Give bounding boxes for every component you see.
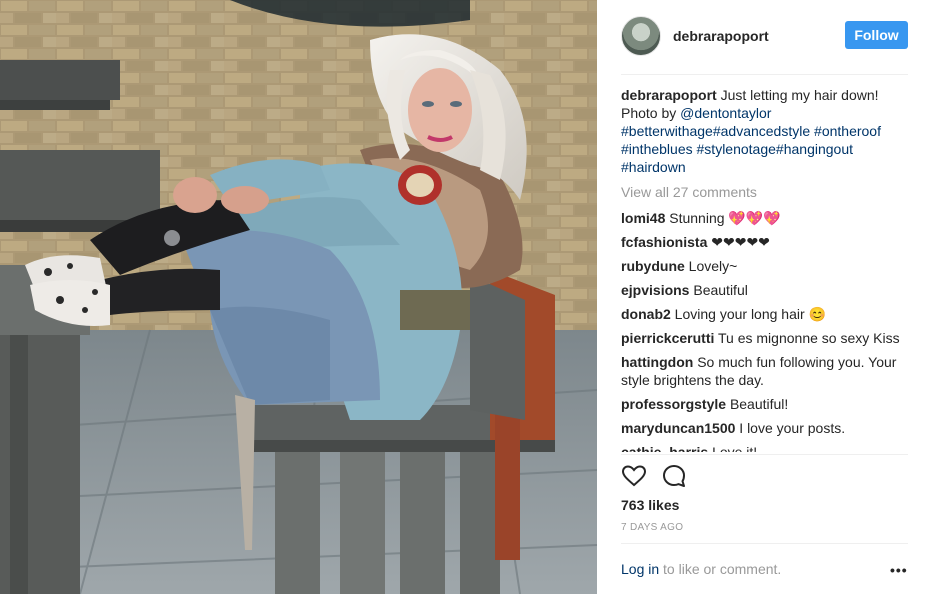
comment-username[interactable]: cathie_harris xyxy=(621,444,708,452)
hashtag[interactable]: #hangingout xyxy=(776,141,853,157)
comment-username[interactable]: donab2 xyxy=(621,306,671,322)
login-link[interactable]: Log in xyxy=(621,561,659,577)
more-options-icon[interactable]: ••• xyxy=(890,562,908,578)
login-prompt: Log in to like or comment. xyxy=(621,561,781,577)
hashtag[interactable]: #stylenotage xyxy=(697,141,776,157)
comment-item: lomi48 Stunning 💖💖💖 xyxy=(621,209,911,227)
heart-icon[interactable] xyxy=(621,463,647,489)
hashtag[interactable]: #intheblues xyxy=(621,141,693,157)
caption-mention[interactable]: @dentontaylor xyxy=(680,105,771,121)
hashtag[interactable]: #advancedstyle xyxy=(713,123,810,139)
view-all-comments-link[interactable]: View all 27 comments xyxy=(621,183,911,201)
comment-item: maryduncan1500 I love your posts. xyxy=(621,419,911,437)
comment-text: Beautiful! xyxy=(729,396,789,412)
comment-item: pierrickcerutti Tu es mignonne so sexy K… xyxy=(621,329,911,347)
post-side-panel: debrarapoport Follow debrarapoport Just … xyxy=(597,0,930,594)
post-timestamp: 7 DAYS AGO xyxy=(621,522,684,533)
hashtag[interactable]: #ontheroof xyxy=(814,123,881,139)
comments-list[interactable]: debrarapoport Just letting my hair down!… xyxy=(621,86,911,452)
comment-username[interactable]: hattingdon xyxy=(621,354,693,370)
footer-divider xyxy=(621,543,908,544)
comment-text: Lovely~ xyxy=(688,258,738,274)
follow-button[interactable]: Follow xyxy=(845,21,908,49)
caption-username[interactable]: debrarapoport xyxy=(621,87,717,103)
comment-item: ejpvisions Beautiful xyxy=(621,281,911,299)
login-prompt-text: to like or comment. xyxy=(659,561,782,577)
comments-divider xyxy=(621,454,908,455)
caption: debrarapoport Just letting my hair down!… xyxy=(621,86,911,176)
header-divider xyxy=(621,74,908,75)
comment-text: Beautiful xyxy=(693,282,748,298)
post-photo[interactable] xyxy=(0,0,597,594)
comment-text: Loving your long hair 😊 xyxy=(674,306,826,322)
comment-text: Love it! xyxy=(712,444,758,452)
comment-item: professorgstyle Beautiful! xyxy=(621,395,911,413)
comment-username[interactable]: lomi48 xyxy=(621,210,665,226)
avatar[interactable] xyxy=(621,16,661,56)
comment-text: ❤❤❤❤❤ xyxy=(711,234,770,250)
hashtag[interactable]: #hairdown xyxy=(621,159,686,175)
likes-count[interactable]: 763 likes xyxy=(621,497,679,513)
comment-bubble-icon[interactable] xyxy=(661,463,687,489)
comment-username[interactable]: rubydune xyxy=(621,258,685,274)
comment-text: Tu es mignonne so sexy Kiss xyxy=(718,330,900,346)
comment-item: donab2 Loving your long hair 😊 xyxy=(621,305,911,323)
comment-username[interactable]: maryduncan1500 xyxy=(621,420,735,436)
post-header: debrarapoport Follow xyxy=(621,16,908,56)
comment-username[interactable]: pierrickcerutti xyxy=(621,330,714,346)
comment-item: cathie_harris Love it! xyxy=(621,443,911,452)
comment-username[interactable]: ejpvisions xyxy=(621,282,689,298)
comment-text: I love your posts. xyxy=(739,420,846,436)
comment-username[interactable]: professorgstyle xyxy=(621,396,726,412)
comment-text: Stunning 💖💖💖 xyxy=(669,210,781,226)
comment-username[interactable]: fcfashionista xyxy=(621,234,707,250)
comment-item: hattingdon So much fun following you. Yo… xyxy=(621,353,911,389)
hashtag[interactable]: #betterwithage xyxy=(621,123,713,139)
comment-item: fcfashionista ❤❤❤❤❤ xyxy=(621,233,911,251)
comment-item: rubydune Lovely~ xyxy=(621,257,911,275)
header-username[interactable]: debrarapoport xyxy=(673,28,769,44)
post-image xyxy=(0,0,597,594)
